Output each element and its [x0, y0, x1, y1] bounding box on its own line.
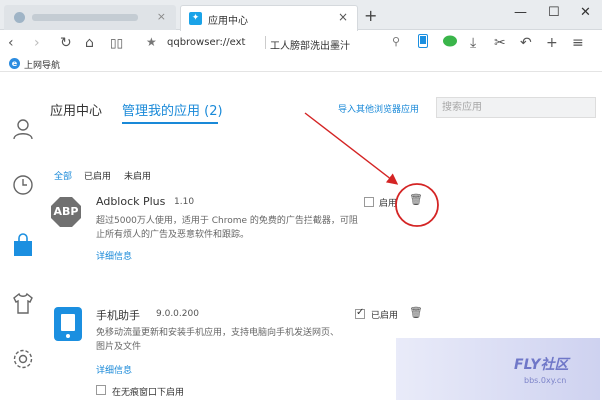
trash-icon[interactable]: 🗑	[409, 193, 423, 206]
watermark-sub: bbs.0xy.cn	[524, 376, 567, 385]
home-icon[interactable]: ⌂	[85, 34, 94, 52]
tab-title-blurred	[32, 14, 138, 21]
filter-disabled[interactable]: 未启用	[124, 169, 151, 182]
search-app-input[interactable]	[437, 98, 587, 117]
watermark-main: FLY社区	[514, 357, 569, 373]
trash-icon[interactable]: 🗑	[409, 306, 423, 319]
undo-icon[interactable]: ↶	[520, 34, 532, 52]
tab-favicon	[14, 12, 25, 23]
phone-assistant-logo	[54, 307, 82, 341]
back-icon[interactable]: ‹	[8, 34, 14, 52]
scissors-icon[interactable]: ✂	[494, 34, 506, 52]
app-name: 手机助手	[96, 309, 140, 322]
bookmark-item[interactable]: 上网导航	[24, 58, 60, 71]
tab-close-icon[interactable]: ×	[157, 10, 166, 23]
incognito-label[interactable]: 在无痕窗口下启用	[112, 385, 184, 398]
watermark: FLY社区 bbs.0xy.cn	[396, 338, 600, 400]
address-text[interactable]: qqbrowser://ext	[167, 37, 263, 48]
tab-strip: × ✦ 应用中心 × + — ☐ ✕	[0, 0, 602, 31]
tab-title: 应用中心	[208, 16, 248, 27]
tab-close-icon[interactable]: ×	[338, 10, 348, 24]
app-description-line1: 免移动流量更新和安装手机应用，支持电脑向手机发送网页、	[96, 328, 340, 338]
search-text[interactable]: 工人膀部洗出墨汁	[270, 37, 350, 52]
search-app-box[interactable]	[436, 97, 596, 118]
toolbar: ‹ › ↻ ⌂ ▯▯ ★ qqbrowser://ext 工人膀部洗出墨汁 ⚲ …	[0, 31, 602, 55]
reader-icon[interactable]: ▯▯	[110, 34, 123, 52]
tab-manage-my-apps[interactable]: 管理我的应用 (2)	[122, 100, 223, 119]
left-rail	[0, 73, 46, 402]
user-icon[interactable]	[12, 117, 34, 141]
app-version: 1.10	[174, 197, 195, 207]
add-icon[interactable]: +	[546, 34, 558, 52]
bookmarks-bar: e 上网导航	[0, 55, 602, 72]
filter-enabled[interactable]: 已启用	[84, 169, 111, 182]
filter-all[interactable]: 全部	[54, 169, 72, 182]
app-center-favicon: ✦	[189, 12, 202, 25]
active-tab-underline	[122, 122, 218, 124]
enabled-label[interactable]: 已启用	[371, 308, 398, 321]
wechat-icon[interactable]	[442, 34, 458, 53]
phone-button	[66, 334, 70, 338]
enable-checkbox[interactable]	[364, 197, 374, 207]
star-icon[interactable]: ★	[146, 35, 157, 49]
settings-gear-icon[interactable]	[12, 347, 34, 371]
incognito-checkbox[interactable]	[96, 385, 106, 395]
reload-icon[interactable]: ↻	[60, 34, 72, 52]
tab-inactive[interactable]: ×	[4, 5, 176, 30]
shopping-bag-icon[interactable]	[12, 233, 34, 257]
new-tab-button[interactable]: +	[364, 6, 377, 25]
forward-icon[interactable]: ›	[34, 34, 40, 52]
shirt-icon[interactable]	[12, 291, 34, 315]
address-separator	[265, 36, 266, 49]
phone-icon[interactable]	[418, 34, 428, 53]
tab-app-center-link[interactable]: 应用中心	[50, 100, 102, 119]
minimize-icon[interactable]: —	[514, 5, 527, 20]
enable-checkbox[interactable]	[355, 307, 365, 319]
phone-screen	[61, 314, 75, 331]
maximize-icon[interactable]: ☐	[548, 5, 560, 20]
search-icon[interactable]: ⚲	[392, 35, 400, 48]
app-details-link[interactable]: 详细信息	[96, 363, 132, 376]
download-icon[interactable]: ⤓	[470, 34, 476, 52]
import-apps-link[interactable]: 导入其他浏览器应用	[338, 102, 419, 115]
browser-e-icon: e	[9, 58, 20, 69]
adblock-plus-logo: ABP	[51, 197, 81, 227]
app-description-line1: 超过5000万人使用，适用于 Chrome 的免费的广告拦截器，可阻	[96, 216, 358, 226]
close-window-icon[interactable]: ✕	[580, 5, 591, 20]
enable-label[interactable]: 启用	[379, 196, 397, 209]
app-name: Adblock Plus	[96, 195, 166, 208]
app-details-link[interactable]: 详细信息	[96, 249, 132, 262]
tab-app-center[interactable]: ✦ 应用中心 ×	[180, 5, 358, 31]
address-bar[interactable]: ★ qqbrowser://ext 工人膀部洗出墨汁 ⚲	[134, 34, 410, 52]
menu-icon[interactable]: ≡	[572, 34, 584, 52]
app-description-line2: 止所有烦人的广告及恶意软件和跟踪。	[96, 230, 250, 240]
history-icon[interactable]	[12, 173, 34, 197]
app-description-line2: 图片及文件	[96, 342, 142, 352]
app-version: 9.0.0.200	[156, 309, 199, 319]
